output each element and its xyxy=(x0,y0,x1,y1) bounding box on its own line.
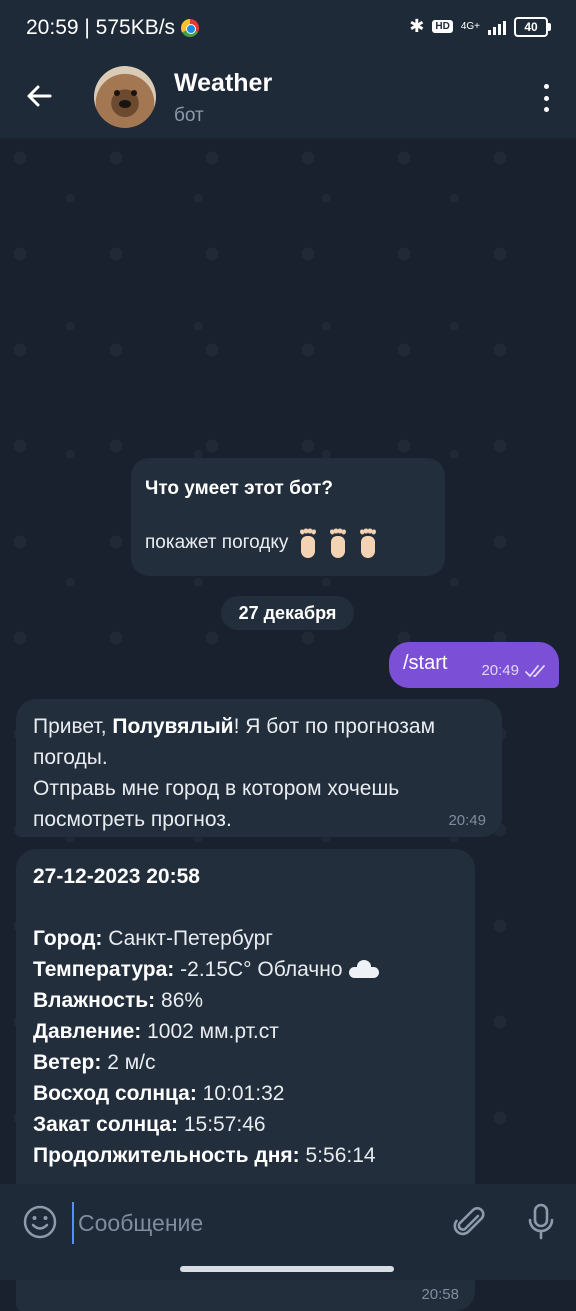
weather-label: Температура: xyxy=(33,958,175,981)
weather-label: Восход солнца: xyxy=(33,1082,197,1105)
greeting-line4: посмотреть прогноз. xyxy=(33,808,232,831)
weather-row-humidity: Влажность: 86% xyxy=(33,985,458,1016)
avatar[interactable] xyxy=(94,66,156,128)
weather-row-day-length: Продолжительность дня: 5:56:14 xyxy=(33,1140,458,1171)
menu-dot xyxy=(543,84,549,89)
status-bar: 20:59 | 575KB/s ✱ HD 4G+ 40 xyxy=(0,0,576,56)
weather-spacer xyxy=(33,892,458,923)
greeting-prefix: Привет, xyxy=(33,715,113,738)
weather-label: Влажность: xyxy=(33,989,156,1012)
signal-icon xyxy=(488,19,506,35)
bot-info-title: Что умеет этот бот? xyxy=(145,478,333,499)
foot-icon xyxy=(298,528,318,558)
message-composer xyxy=(0,1184,576,1260)
weather-value: 86% xyxy=(155,989,204,1012)
weather-value: 2 м/с xyxy=(101,1051,156,1074)
feet-emoji xyxy=(298,528,378,558)
message-input[interactable] xyxy=(72,1202,440,1244)
weather-label: Ветер: xyxy=(33,1051,102,1074)
weather-value: 1002 мм.рт.ст xyxy=(141,1020,279,1043)
smile-icon xyxy=(23,1205,57,1239)
weather-label: Продолжительность дня: xyxy=(33,1144,300,1167)
weather-row-sunset: Закат солнца: 15:57:46 xyxy=(33,1109,458,1140)
bot-info-text: покажет погодку xyxy=(145,532,289,553)
weather-row-wind: Ветер: 2 м/с xyxy=(33,1047,458,1078)
chat-header: Weather бот xyxy=(0,56,576,138)
outgoing-time: 20:49 xyxy=(481,662,519,679)
weather-datetime: 27-12-2023 20:58 xyxy=(33,861,458,892)
arrow-left-icon xyxy=(27,85,52,107)
bot-info-description: покажет погодку xyxy=(145,528,431,558)
emoji-button[interactable] xyxy=(22,1204,58,1240)
weather-row-sunrise: Восход солнца: 10:01:32 xyxy=(33,1078,458,1109)
hd-badge: HD xyxy=(432,20,453,33)
greeting-time: 20:49 xyxy=(448,812,486,829)
menu-dot xyxy=(543,95,549,101)
foot-icon xyxy=(358,528,378,558)
more-menu-button[interactable] xyxy=(538,80,554,116)
home-indicator[interactable] xyxy=(180,1266,394,1272)
cloud-icon xyxy=(348,960,379,978)
weather-label: Закат солнца: xyxy=(33,1113,178,1136)
date-separator: 27 декабря xyxy=(221,596,354,630)
attach-button[interactable] xyxy=(452,1204,490,1242)
weather-value: 10:01:32 xyxy=(196,1082,285,1105)
foot-icon xyxy=(328,528,348,558)
microphone-icon xyxy=(528,1203,554,1240)
greeting-line2: погоды. xyxy=(33,746,108,769)
greeting-line1-rest: ! Я бот по прогнозам xyxy=(233,715,436,738)
greeting-message[interactable]: Привет, Полувялый! Я бот по прогнозам по… xyxy=(16,699,502,837)
outgoing-text: /start xyxy=(403,652,448,674)
chat-subtitle: бот xyxy=(174,105,204,126)
chrome-icon xyxy=(181,19,200,37)
greeting-line3: Отправь мне город в котором хочешь xyxy=(33,777,400,800)
weather-label: Город: xyxy=(33,927,103,950)
status-icons: ✱ HD 4G+ 40 xyxy=(409,16,551,37)
battery-icon: 40 xyxy=(514,16,551,37)
chat-title[interactable]: Weather xyxy=(174,69,272,98)
greeting-text: Привет, Полувялый! Я бот по прогнозам по… xyxy=(33,711,485,835)
avatar-eye xyxy=(131,90,137,96)
weather-row-city: Город: Санкт-Петербург xyxy=(33,923,458,954)
menu-dot xyxy=(543,107,549,112)
navigation-bar xyxy=(0,1260,576,1280)
status-time-speed: 20:59 | 575KB/s xyxy=(26,16,176,39)
weather-datetime-text: 27-12-2023 20:58 xyxy=(33,865,200,888)
bluetooth-icon: ✱ xyxy=(409,16,425,36)
avatar-eye xyxy=(114,90,120,96)
double-check-icon xyxy=(525,664,545,677)
back-button[interactable] xyxy=(20,76,60,116)
network-label: 4G+ xyxy=(460,20,480,32)
avatar-nose xyxy=(119,100,131,108)
weather-row-temperature: Температура: -2.15C° Облачно xyxy=(33,954,458,985)
microphone-button[interactable] xyxy=(526,1202,556,1242)
outgoing-meta: 20:49 xyxy=(481,662,547,679)
bot-info-card: Что умеет этот бот? покажет погодку xyxy=(131,458,445,576)
weather-row-pressure: Давление: 1002 мм.рт.ст xyxy=(33,1016,458,1047)
outgoing-message[interactable]: /start 20:49 xyxy=(389,642,559,688)
weather-value: 15:57:46 xyxy=(178,1113,266,1136)
weather-value: Санкт-Петербург xyxy=(102,927,273,950)
weather-value: -2.15C° Облачно xyxy=(174,958,343,981)
status-left: 20:59 | 575KB/s xyxy=(26,16,200,40)
greeting-name: Полувялый xyxy=(112,715,234,738)
paperclip-icon xyxy=(453,1207,485,1236)
weather-label: Давление: xyxy=(33,1020,142,1043)
chat-area[interactable]: Что умеет этот бот? покажет погодку 27 д… xyxy=(0,138,576,1311)
weather-value: 5:56:14 xyxy=(299,1144,376,1167)
weather-time: 20:58 xyxy=(421,1286,459,1303)
